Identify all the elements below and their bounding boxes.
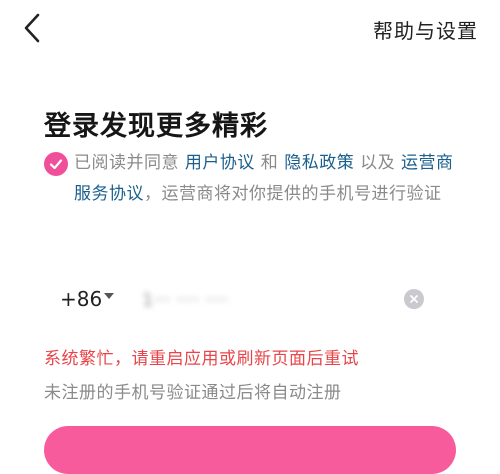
agreement-and: 和 [254,153,285,173]
error-message: 系统繁忙，请重启应用或刷新页面后重试 [44,349,359,369]
clear-input-button[interactable] [404,289,424,309]
chevron-left-icon [24,13,40,43]
caret-down-icon[interactable] [104,292,114,300]
agreement-suffix: ，运营商将对你提供的手机号进行验证 [144,184,442,204]
agreement-block: 已阅读并同意 用户协议 和 隐私政策 以及 运营商服务协议，运营商将对你提供的手… [44,148,464,210]
agreement-prefix: 已阅读并同意 [74,153,185,173]
phone-input-row: +86 [44,282,434,318]
back-button[interactable] [14,10,50,46]
country-code-selector[interactable]: +86 [60,287,102,311]
clear-circle-icon [410,295,418,303]
privacy-policy-link[interactable]: 隐私政策 [284,153,354,173]
phone-number-input[interactable] [140,284,344,316]
agreement-checkbox[interactable] [44,152,68,176]
auto-register-hint: 未注册的手机号验证通过后将自动注册 [44,383,342,403]
top-bar: 帮助与设置 [0,0,500,58]
login-button[interactable] [44,426,456,474]
page-title: 登录发现更多精彩 [44,111,268,142]
user-agreement-link[interactable]: 用户协议 [185,153,255,173]
help-settings-link[interactable]: 帮助与设置 [373,15,478,44]
agreement-and-also: 以及 [354,153,402,173]
check-icon [49,159,63,170]
agreement-text: 已阅读并同意 用户协议 和 隐私政策 以及 运营商服务协议，运营商将对你提供的手… [74,148,464,210]
